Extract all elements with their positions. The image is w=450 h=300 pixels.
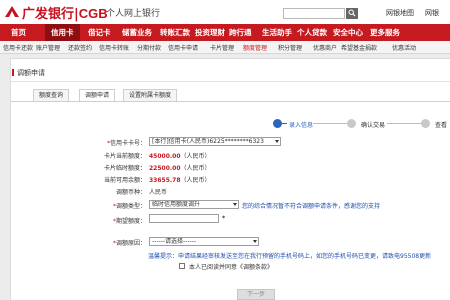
main-nav: 首页 信用卡 借记卡 储蓄业务 转账汇款 投资理财 跨行通 生活助手 个人贷款 … bbox=[0, 24, 450, 41]
step-1-label: 录入信息 bbox=[289, 122, 314, 129]
nav-savings[interactable]: 储蓄业务 bbox=[122, 27, 152, 38]
site-map-link[interactable]: 网银地图 bbox=[386, 8, 414, 18]
required-marker: * bbox=[222, 215, 226, 222]
nav-cross-bank[interactable]: 跨行通 bbox=[229, 27, 252, 38]
bank-logo-icon bbox=[5, 6, 19, 17]
search-input[interactable] bbox=[283, 8, 345, 19]
subnav-repayment[interactable]: 信用卡还款 bbox=[3, 43, 33, 52]
brand-logo[interactable]: 广发银行|CGB bbox=[22, 3, 108, 22]
subnav-installment[interactable]: 分期付款 bbox=[137, 43, 161, 52]
step-2-marker bbox=[347, 119, 356, 128]
nav-transfer[interactable]: 转账汇款 bbox=[160, 27, 190, 38]
card-number-label: *信用卡卡号： bbox=[106, 140, 146, 147]
agree-text[interactable]: 本人已阅读并同意《调额条款》 bbox=[189, 262, 273, 271]
temp-limit-value: 22500.00（人民币） bbox=[149, 165, 211, 172]
current-limit-value: 45000.00（人民币） bbox=[149, 153, 211, 160]
nav-more-services[interactable]: 更多服务 bbox=[370, 27, 400, 38]
site-subtitle: 个人网上银行 bbox=[106, 9, 161, 19]
subnav-account-mgmt[interactable]: 账户管理 bbox=[36, 43, 60, 52]
step-3-label: 查看 bbox=[435, 122, 448, 129]
subnav-promotions[interactable]: 优惠活动 bbox=[392, 43, 416, 52]
current-limit-label: 卡片当前额度： bbox=[103, 153, 146, 160]
step-1-marker bbox=[273, 119, 282, 128]
content-panel: 调额申请 额度查询 调额申请 设置附属卡额度 录入信息 确认交易 查看 *信用卡… bbox=[10, 58, 450, 300]
reason-label: *调额原因： bbox=[112, 240, 146, 247]
expected-limit-input[interactable] bbox=[149, 214, 219, 223]
available-balance-value: 33655.78（人民币） bbox=[149, 177, 211, 184]
step-3-marker bbox=[421, 119, 430, 128]
reason-select[interactable]: ------请选择------ bbox=[149, 237, 259, 246]
step-2-label: 确认交易 bbox=[361, 122, 386, 129]
step-connector-2 bbox=[387, 123, 421, 124]
card-number-select[interactable]: [本行]信用卡(人民币)6225********6323 bbox=[149, 137, 281, 146]
nav-debit-card[interactable]: 借记卡 bbox=[88, 27, 111, 38]
step-1-line bbox=[282, 123, 287, 124]
ebank-link[interactable]: 网银 bbox=[425, 8, 439, 18]
adjust-type-hint: 您的综合情况暂不符合调额申请条件，感谢您的支持 bbox=[242, 203, 381, 210]
subnav-points-mgmt[interactable]: 积分管理 bbox=[278, 43, 302, 52]
header: 广发银行|CGB 个人网上银行 网银地图 网银 bbox=[0, 0, 450, 24]
subnav-merchant-offers[interactable]: 优惠商户 bbox=[313, 43, 337, 52]
expected-limit-label: *期望额度： bbox=[112, 218, 146, 225]
search-icon bbox=[348, 9, 356, 17]
nav-investment[interactable]: 投资理财 bbox=[195, 27, 225, 38]
nav-credit-card[interactable]: 信用卡 bbox=[45, 24, 80, 41]
tabs-divider bbox=[11, 101, 450, 102]
available-balance-label: 当前可用余额： bbox=[103, 177, 146, 184]
subnav-card-transfer[interactable]: 信用卡转账 bbox=[99, 43, 129, 52]
temp-limit-label: 卡片临时额度： bbox=[103, 165, 146, 172]
chevron-down-icon bbox=[275, 140, 279, 143]
step-connector-1 bbox=[313, 123, 347, 124]
sub-nav: 信用卡还款 账户管理 还款签约 信用卡转账 分期付款 信用卡申请 卡片管理 额度… bbox=[0, 41, 450, 54]
subnav-card-apply[interactable]: 信用卡申请 bbox=[168, 43, 198, 52]
nav-security-center[interactable]: 安全中心 bbox=[333, 27, 363, 38]
adjust-currency-value: 人民币 bbox=[149, 189, 168, 196]
brand-name-en: CGB bbox=[78, 6, 108, 21]
adjust-type-label: *调额类型： bbox=[112, 203, 146, 210]
search-button[interactable] bbox=[346, 8, 358, 19]
nav-personal-loan[interactable]: 个人贷款 bbox=[297, 27, 327, 38]
chevron-down-icon bbox=[233, 203, 237, 206]
chevron-down-icon bbox=[253, 240, 257, 243]
brand-name-cn: 广发银行 bbox=[22, 7, 75, 22]
adjust-currency-label: 调额币种： bbox=[115, 189, 146, 196]
notice: 温馨提示：申请结果经审核发送至您在我行预留的手机号码上，如您的手机号码已变更，请… bbox=[148, 253, 432, 260]
subnav-repay-signing[interactable]: 还款签约 bbox=[68, 43, 92, 52]
next-button[interactable]: 下一步 bbox=[237, 289, 275, 300]
adjust-type-select[interactable]: 临时信用额度调升 bbox=[149, 200, 239, 209]
title-divider bbox=[11, 81, 450, 82]
agree-checkbox[interactable] bbox=[179, 263, 185, 269]
subnav-card-mgmt[interactable]: 卡片管理 bbox=[210, 43, 234, 52]
nav-life-assistant[interactable]: 生活助手 bbox=[262, 27, 292, 38]
nav-home[interactable]: 首页 bbox=[11, 27, 26, 38]
subnav-limit-mgmt[interactable]: 额度管理 bbox=[243, 43, 267, 52]
page-title: 调额申请 bbox=[12, 69, 45, 77]
subnav-hope-fund[interactable]: 希望基金捐款 bbox=[341, 43, 377, 52]
